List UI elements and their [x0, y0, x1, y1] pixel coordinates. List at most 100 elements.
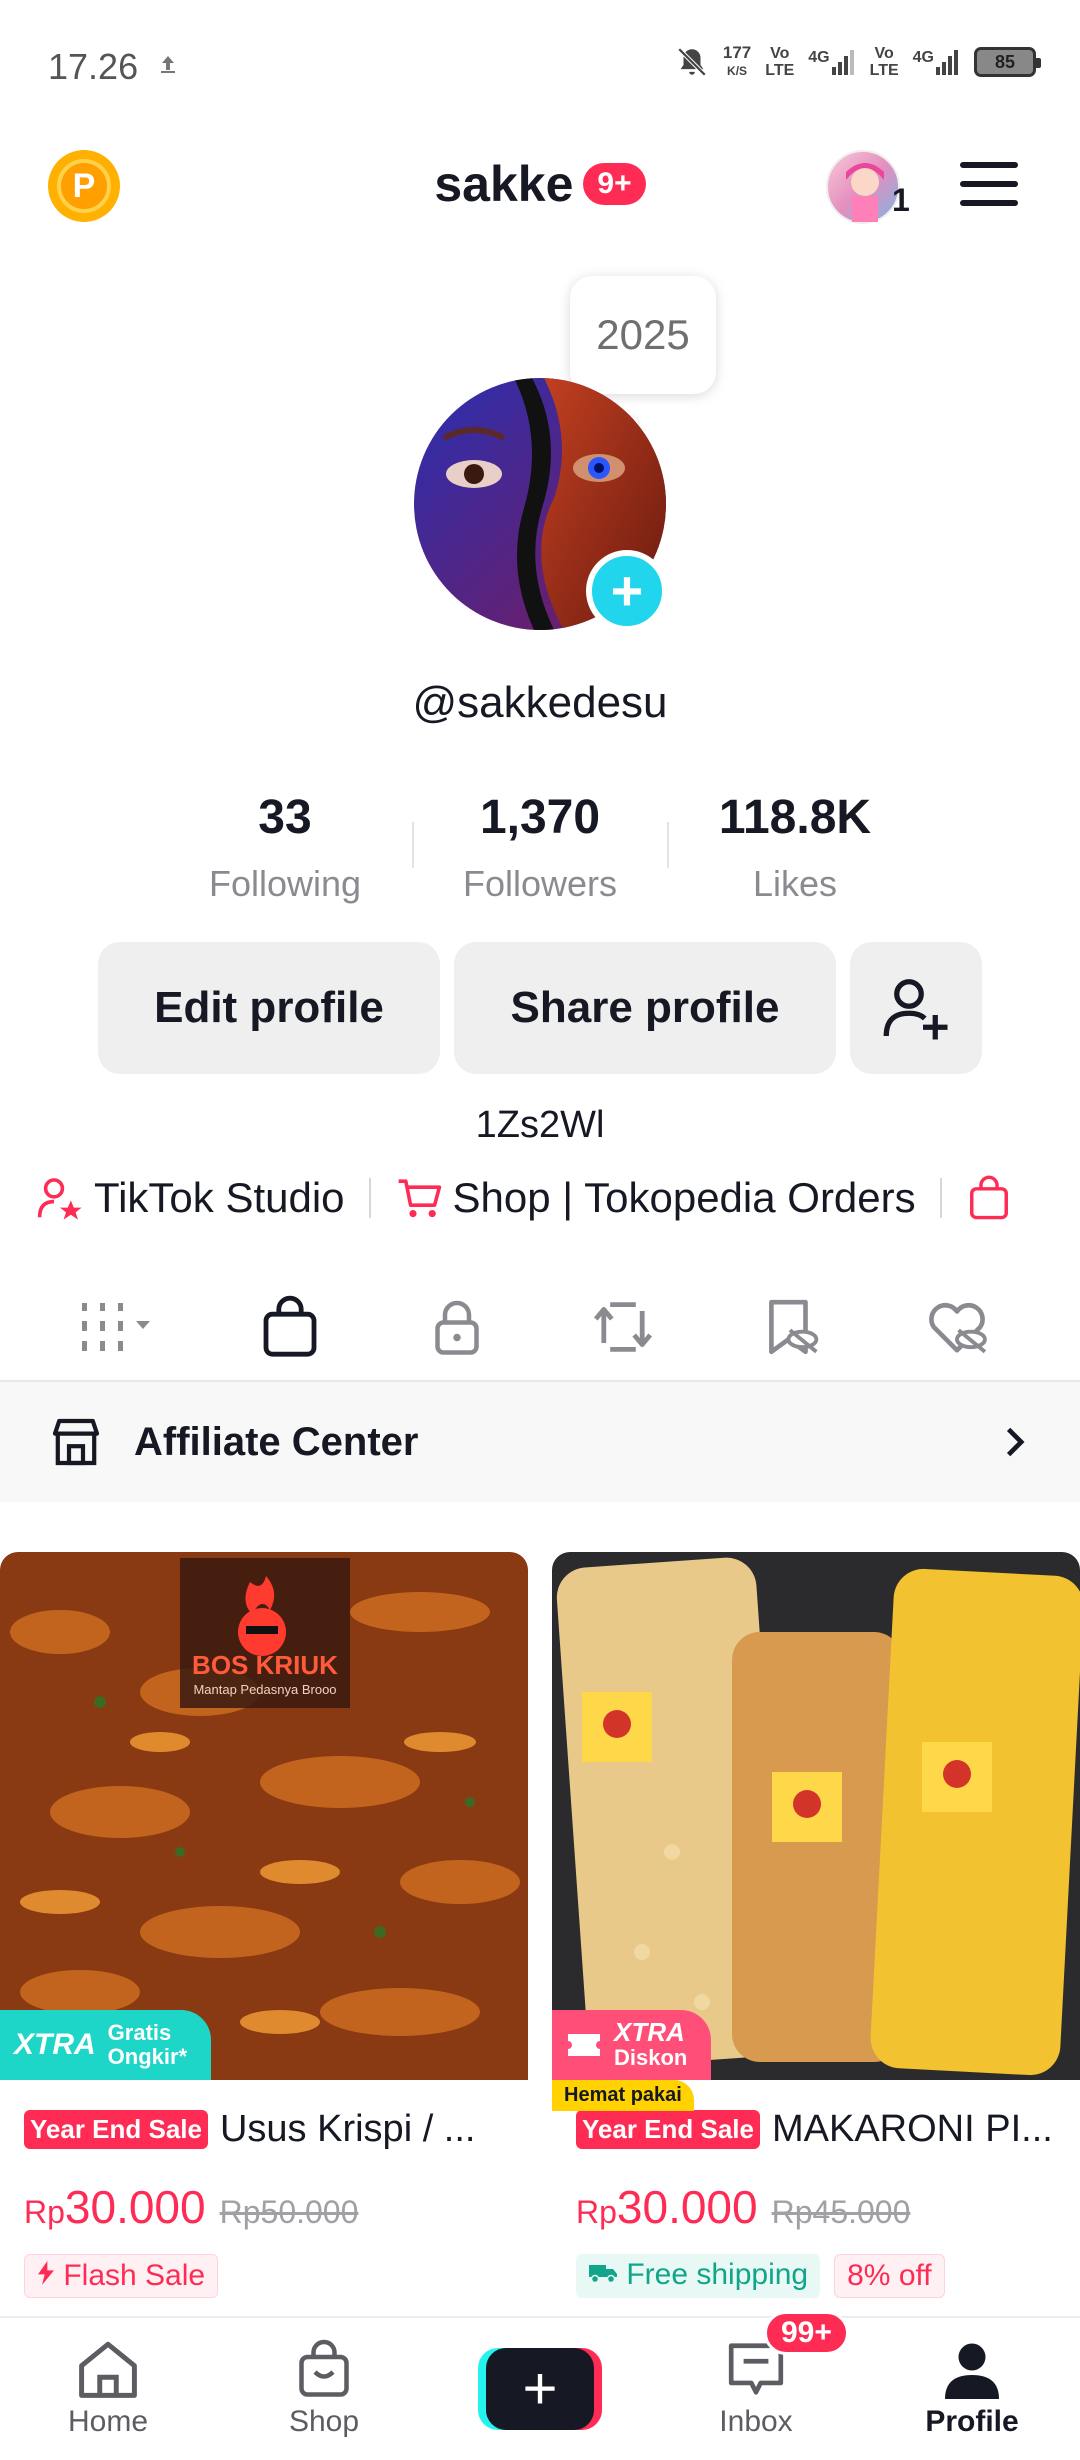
sale-tag: Year End Sale	[24, 2110, 208, 2149]
anime-avatar-icon	[846, 163, 884, 222]
following-stat[interactable]: 33 Following	[170, 790, 400, 905]
product-title-row: Year End Sale Usus Krispi / ...	[24, 2108, 524, 2151]
xtra-label: XTRA	[614, 2017, 685, 2047]
tab-private[interactable]	[397, 1277, 517, 1377]
bio-text: 1Zs2Wl	[475, 1104, 605, 1146]
bookmark-hidden-icon	[769, 1299, 819, 1355]
lock-icon	[434, 1300, 479, 1355]
price-currency: Rp	[24, 2194, 65, 2230]
shopping-bag-icon[interactable]	[966, 1175, 1012, 1221]
product-image: BOS KRIUK Mantap Pedasnya Brooo XTRA Gra…	[0, 1552, 528, 2080]
xtra-sub-line1: Gratis	[107, 2020, 172, 2045]
lightning-icon	[38, 2261, 54, 2285]
heart-hidden-icon	[928, 1302, 987, 1354]
net-speed-value: 177	[722, 43, 752, 62]
nav-profile[interactable]: Profile	[872, 2339, 1072, 2439]
header-title-group[interactable]: sakke 9+	[0, 155, 1080, 213]
shop-orders-label: Shop | Tokopedia Orders	[452, 1174, 916, 1221]
price-row: Rp30.000 Rp45.000	[576, 2180, 910, 2234]
volte-1: Vo LTE	[765, 45, 794, 79]
edit-profile-button[interactable]: Edit profile	[98, 942, 440, 1074]
add-story-button[interactable]: +	[586, 550, 668, 632]
flash-sale-label: Flash Sale	[63, 2259, 206, 2292]
affiliate-center-row[interactable]: Affiliate Center	[0, 1382, 1080, 1502]
price-value: 30.000	[616, 2181, 758, 2233]
tab-favorites[interactable]	[730, 1277, 850, 1377]
nav-shop-label: Shop	[288, 2405, 360, 2438]
username: @sakkedesu	[412, 678, 668, 727]
macaroni-bags-photo	[552, 1552, 1080, 2080]
status-icons: 177 K/S Vo LTE 4G Vo LTE 4G 85	[675, 44, 1041, 80]
switch-account-avatar[interactable]	[826, 150, 900, 224]
nav-shop[interactable]: Shop	[224, 2339, 424, 2439]
bell-muted-icon	[677, 47, 707, 77]
image-brand-text: BOS KRIUK	[192, 1650, 338, 1680]
nav-home-label: Home	[67, 2405, 149, 2438]
tab-reposts[interactable]	[563, 1277, 683, 1377]
year-bubble[interactable]: 2025	[570, 276, 716, 394]
battery-icon: 85	[974, 47, 1041, 77]
user-star-icon	[37, 1178, 82, 1220]
notification-badge: 9+	[583, 163, 646, 205]
xtra-sub: Gratis Ongkir*	[108, 2021, 187, 2069]
status-time: 17.26	[48, 46, 139, 87]
volte-bottom-2: LTE	[869, 62, 899, 79]
nav-profile-label: Profile	[925, 2405, 1019, 2438]
profile-icon	[945, 2343, 999, 2399]
tab-shop[interactable]	[229, 1277, 350, 1387]
shopping-bag-icon	[263, 1295, 317, 1357]
divider	[939, 1178, 942, 1218]
share-profile-button[interactable]: Share profile	[454, 942, 836, 1074]
nav-inbox[interactable]: 99+ Inbox	[656, 2311, 856, 2439]
truck-icon	[589, 2265, 617, 2284]
network-type-1: 4G	[808, 49, 830, 66]
menu-icon[interactable]	[960, 162, 1018, 206]
xtra-label: XTRA	[14, 2028, 96, 2061]
followers-stat[interactable]: 1,370 Followers	[425, 790, 655, 905]
create-button[interactable]: +	[478, 2348, 602, 2430]
stats-row: 33 Following 1,370 Followers 118.8K Like…	[170, 790, 910, 905]
hemat-label: Hemat pakai	[552, 2080, 694, 2111]
tab-liked[interactable]	[897, 1277, 1017, 1377]
followers-label: Followers	[462, 863, 618, 904]
signal-icon-1: 4G	[808, 49, 855, 75]
product-title-row: Year End Sale MAKARONI PI...	[576, 2108, 1076, 2151]
xtra-sub: XTRA Diskon	[614, 2017, 687, 2070]
divider	[411, 822, 414, 868]
add-user-icon	[883, 979, 948, 1040]
divider	[368, 1178, 371, 1218]
old-price: Rp50.000	[219, 2194, 359, 2230]
shop-orders-link[interactable]: Shop | Tokopedia Orders	[395, 1174, 916, 1222]
discount-chip: 8% off	[834, 2254, 945, 2298]
volte-2: Vo LTE	[870, 45, 899, 79]
tiktok-studio-link[interactable]: TikTok Studio	[36, 1174, 345, 1222]
following-label: Following	[208, 863, 362, 904]
add-friends-button[interactable]	[850, 942, 982, 1074]
nav-home[interactable]: Home	[8, 2339, 208, 2439]
tab-videos[interactable]	[63, 1277, 183, 1377]
xtra-discount-badge: XTRA Diskon	[552, 2010, 712, 2080]
likes-stat[interactable]: 118.8K Likes	[680, 790, 910, 905]
signal-icon-2: 4G	[913, 49, 960, 75]
flash-sale-chip: Flash Sale	[24, 2254, 219, 2298]
volte-bottom: LTE	[765, 62, 795, 79]
net-speed: 177 K/S	[723, 44, 751, 80]
nav-create[interactable]: +	[440, 2348, 640, 2430]
xtra-sub-line2: Ongkir*	[107, 2044, 188, 2069]
chip-row: Flash Sale	[24, 2254, 219, 2298]
product-title: MAKARONI PI...	[771, 2108, 1053, 2150]
price: Rp30.000	[576, 2180, 758, 2234]
fried-intestine-photo	[0, 1552, 528, 2080]
inbox-badge: 99+	[764, 2311, 849, 2355]
price: Rp30.000	[24, 2180, 206, 2234]
free-shipping-label: Free shipping	[626, 2258, 809, 2291]
ticket-icon	[568, 2034, 600, 2056]
net-speed-unit: K/S	[727, 64, 748, 78]
sale-tag: Year End Sale	[576, 2110, 760, 2149]
upload-icon	[161, 56, 175, 73]
divider	[666, 822, 669, 868]
page-title: sakke	[434, 156, 574, 212]
nav-inbox-label: Inbox	[719, 2405, 793, 2438]
product-card[interactable]: BOS KRIUK Mantap Pedasnya Brooo XTRA Gra…	[0, 1552, 528, 2312]
product-card[interactable]: XTRA Diskon Year End Sale MAKARONI PI... …	[552, 1552, 1080, 2312]
